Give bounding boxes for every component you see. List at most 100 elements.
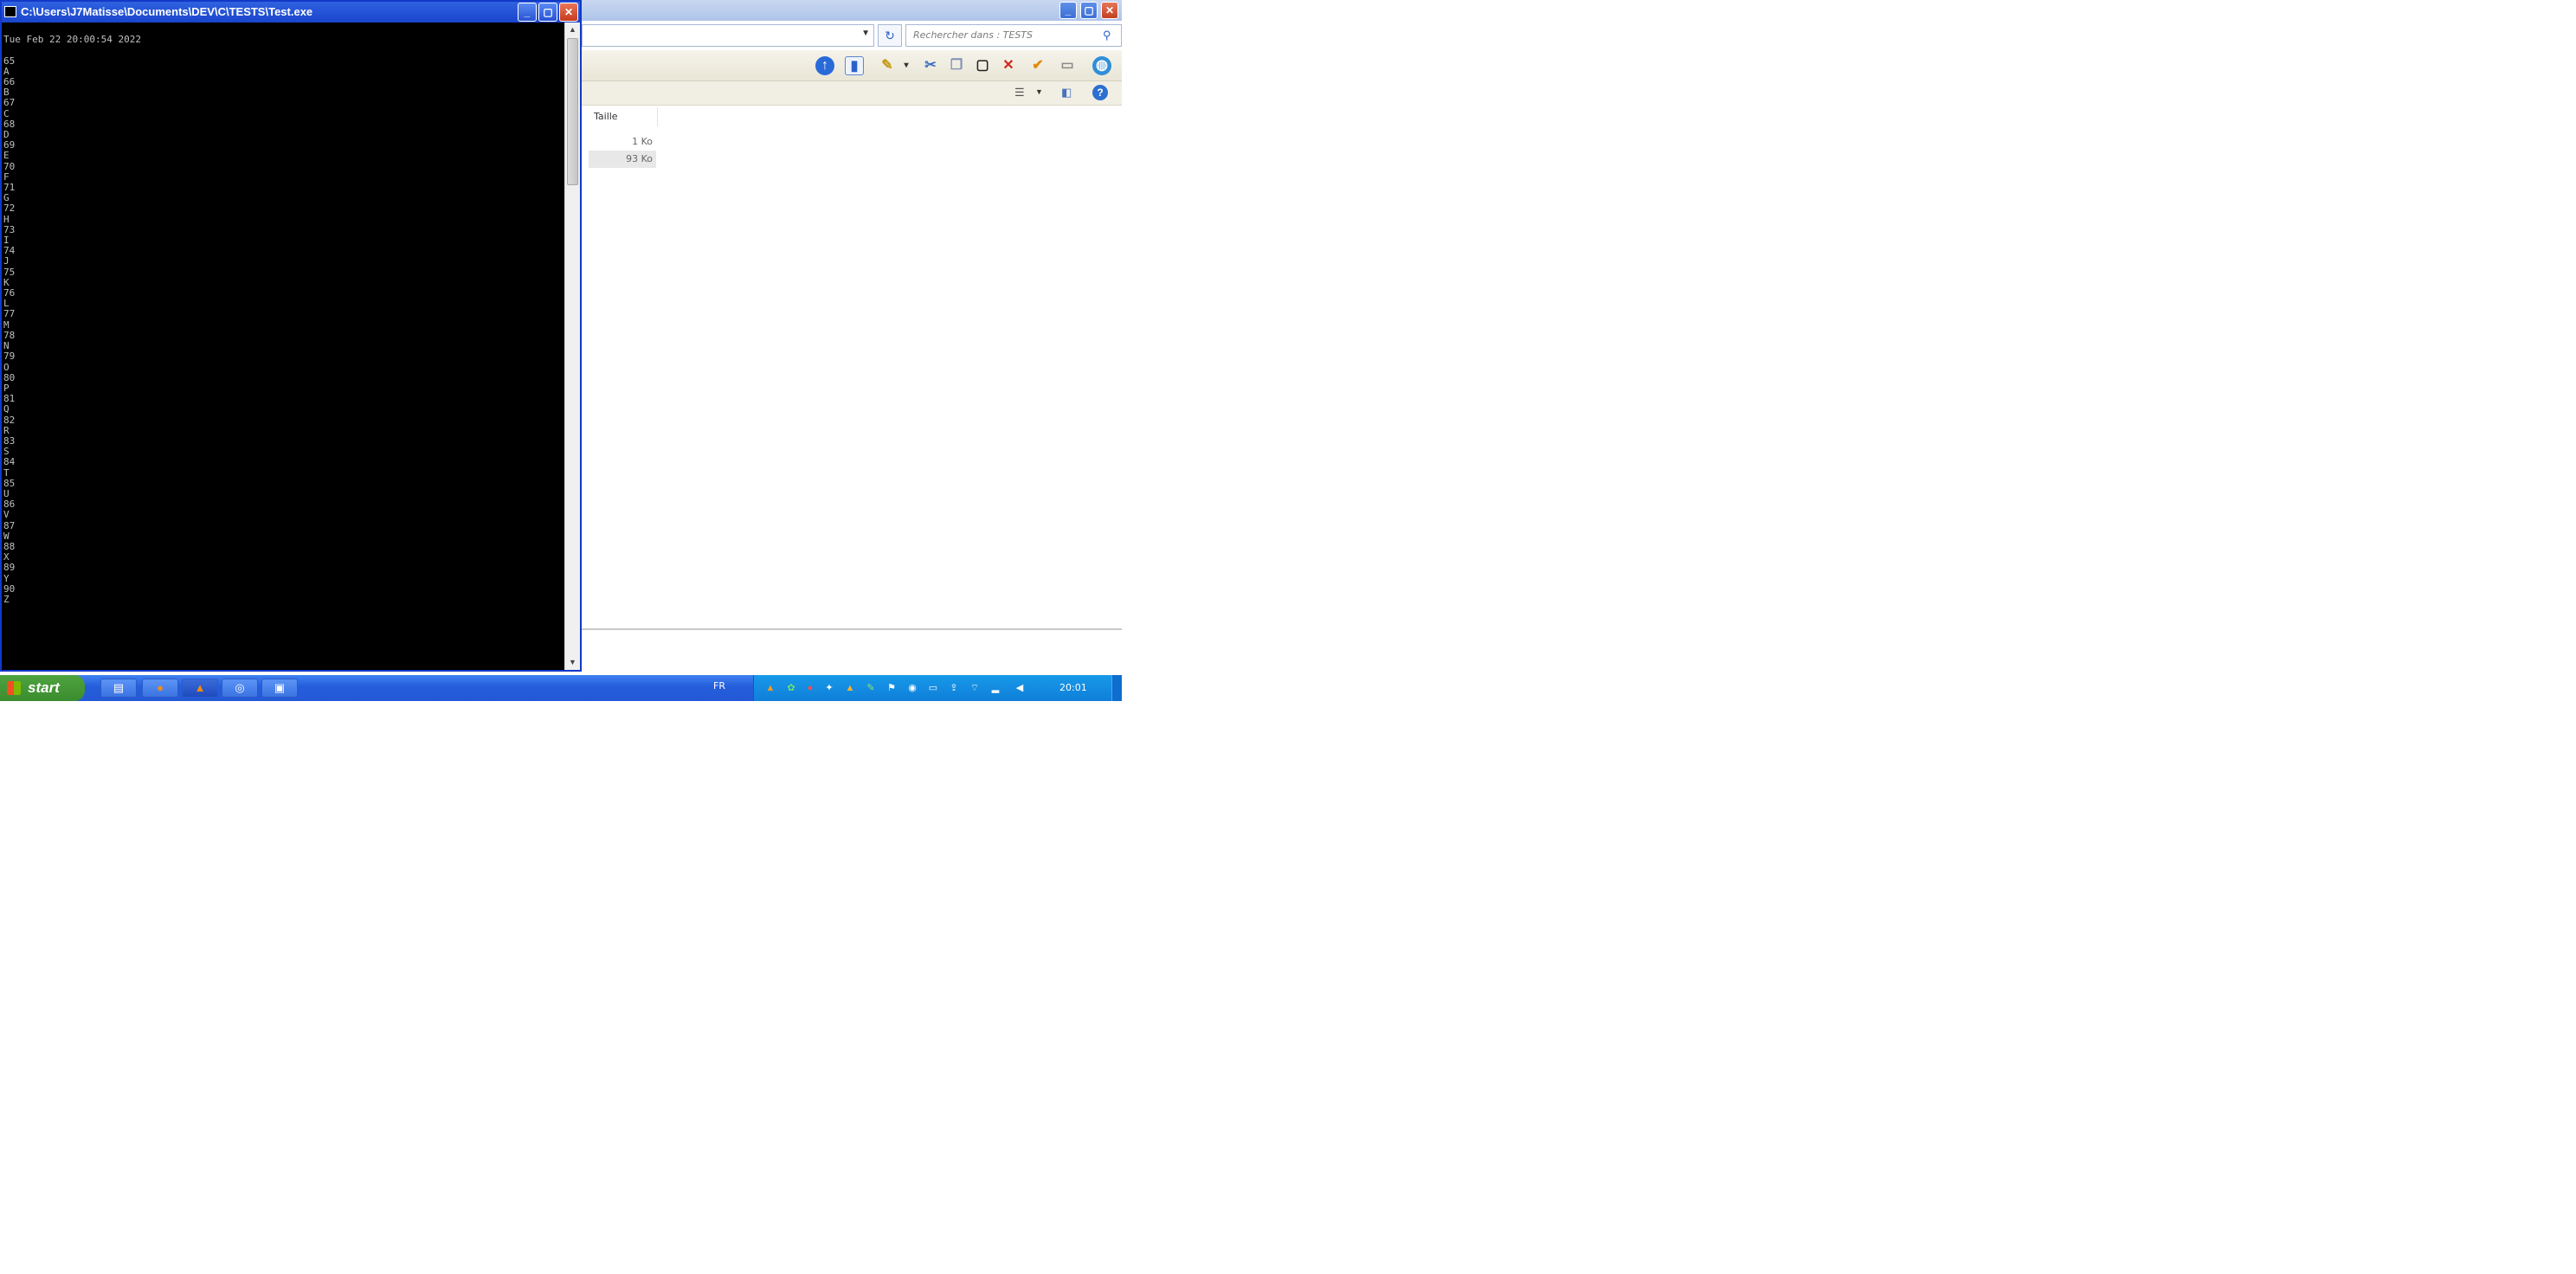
console-line: Y [3, 572, 10, 584]
console-line: 78 [3, 329, 16, 341]
disc-icon[interactable]: ◉ [906, 682, 918, 694]
console-line: I [3, 235, 10, 247]
blank-page-icon[interactable]: ▢ [973, 56, 992, 75]
minimize-icon[interactable]: _ [1059, 2, 1077, 19]
start-label: start [28, 679, 60, 696]
firefox-icon[interactable]: ● [142, 679, 178, 698]
console-line: 69 [3, 139, 16, 151]
pen-icon[interactable]: ✎ [878, 56, 897, 75]
console-line: 74 [3, 245, 16, 257]
explorer-taskbar-icon[interactable]: ▤ [100, 679, 137, 698]
scroll-up-icon[interactable]: ▲ [565, 23, 580, 37]
vlc-icon[interactable]: ▲ [182, 679, 218, 698]
safely-remove-icon[interactable]: ⇪ [948, 682, 960, 694]
view-pane-icon[interactable]: ▮ [845, 56, 864, 75]
delete-x-icon[interactable]: ✕ [999, 56, 1018, 75]
console-line: F [3, 171, 10, 183]
console-line: Q [3, 403, 10, 415]
console-line: 77 [3, 308, 16, 320]
console-line: M [3, 318, 10, 331]
volume-icon[interactable]: ◀ [1014, 682, 1026, 694]
scroll-thumb[interactable] [567, 38, 578, 185]
scissors-icon[interactable]: ✂ [921, 56, 940, 75]
console-line: 80 [3, 371, 16, 383]
console-line: A [3, 65, 10, 77]
maximize-icon[interactable]: ▢ [538, 3, 557, 22]
console-line: 86 [3, 499, 16, 511]
console-line: R [3, 424, 10, 436]
chevron-down-icon[interactable]: ▼ [1035, 87, 1043, 96]
console-line: Z [3, 593, 10, 605]
vlc-tray-icon[interactable]: ▲ [764, 682, 776, 694]
brush-icon[interactable]: ✎ [865, 682, 877, 694]
console-output[interactable]: Tue Feb 22 20:00:54 2022 65 A 66 B 67 C 68 D 69 E… [2, 23, 564, 670]
help-icon[interactable]: ? [1092, 85, 1108, 100]
console-line: 84 [3, 456, 16, 468]
globe-icon[interactable]: ◍ [1092, 56, 1111, 75]
console-line: B [3, 87, 10, 99]
warning-icon[interactable]: ▲ [844, 682, 856, 694]
check-icon[interactable]: ✔ [1028, 56, 1047, 75]
opera-icon[interactable]: ● [804, 682, 816, 694]
refresh-icon[interactable]: ↻ [878, 24, 902, 47]
console-line: X [3, 551, 10, 563]
details-pane-divider [582, 628, 1122, 630]
copy-icon[interactable]: ❐ [947, 56, 966, 75]
console-line: 85 [3, 477, 16, 489]
console-line: O [3, 361, 10, 373]
minimize-icon[interactable]: _ [518, 3, 537, 22]
close-icon[interactable]: ✕ [559, 3, 578, 22]
console-line: 82 [3, 414, 16, 426]
console-line: U [3, 487, 10, 499]
search-input[interactable]: Rechercher dans : TESTS [905, 24, 1122, 47]
printer-icon[interactable]: ▭ [927, 682, 939, 694]
console-line: 73 [3, 223, 16, 235]
address-bar[interactable]: ▼ [582, 24, 874, 47]
wifi-icon[interactable]: ⌔ [969, 682, 981, 694]
close-icon[interactable]: ✕ [1101, 2, 1118, 19]
console-title-bar[interactable]: C:\Users\J7Matisse\Documents\DEV\C\TESTS… [2, 2, 580, 23]
console-line: E [3, 150, 10, 162]
file-size[interactable]: 1 Ko [589, 133, 656, 151]
console-line: 90 [3, 582, 16, 595]
network-share-icon[interactable]: ✿ [785, 682, 797, 694]
signal-icon[interactable]: ▂ [989, 682, 1001, 694]
list-view-icon[interactable]: ☰ [1014, 86, 1025, 100]
console-taskbar-icon[interactable]: ▣ [261, 679, 298, 698]
app-taskbar-icon[interactable]: ◎ [222, 679, 258, 698]
console-line: L [3, 298, 10, 310]
console-line: 66 [3, 76, 16, 88]
column-header-size[interactable]: Taille [589, 107, 658, 126]
console-line: C [3, 107, 10, 119]
maximize-icon[interactable]: ▢ [1080, 2, 1098, 19]
console-app-icon[interactable] [4, 6, 16, 17]
back-arrow-icon[interactable]: ↑ [815, 56, 834, 75]
console-line: J [3, 255, 10, 267]
search-icon[interactable]: ⚲ [1103, 29, 1111, 42]
file-size[interactable]: 93 Ko [589, 151, 656, 168]
flag-icon[interactable]: ⚑ [886, 682, 898, 694]
console-scrollbar[interactable]: ▲ ▼ [564, 23, 580, 670]
console-line: K [3, 276, 10, 288]
scroll-down-icon[interactable]: ▼ [565, 655, 580, 670]
mouse-icon[interactable]: ✦ [823, 682, 835, 694]
properties-icon[interactable]: ▭ [1058, 56, 1077, 75]
console-line: 68 [3, 118, 16, 130]
chevron-down-icon[interactable]: ▼ [861, 29, 870, 38]
console-line: 81 [3, 393, 16, 405]
windows-logo-icon [7, 681, 21, 695]
console-lines: 65 A 66 B 67 C 68 D 69 E 70 F 71 G 72 H 73 I 74 J 75 K 76 L 77 M 7… [3, 55, 564, 606]
taskbar: start ▤ ● ▲ ◎ ▣ FR ▲ ✿ ● ✦ ▲ ✎ ⚑ ◉ ▭ ⇪ ⌔… [0, 675, 1122, 701]
chevron-down-icon[interactable]: ▾ [897, 56, 916, 75]
show-desktop-button[interactable] [1111, 675, 1122, 701]
console-line: 67 [3, 97, 16, 109]
language-indicator[interactable]: FR [713, 680, 725, 692]
console-line: V [3, 509, 10, 521]
console-title: C:\Users\J7Matisse\Documents\DEV\C\TESTS… [21, 5, 313, 18]
clock[interactable]: 20:01 [1059, 682, 1087, 693]
console-date-line: Tue Feb 22 20:00:54 2022 [3, 34, 141, 46]
preview-pane-icon[interactable]: ◧ [1061, 86, 1072, 100]
start-button[interactable]: start [0, 675, 85, 701]
console-line: 89 [3, 562, 16, 574]
